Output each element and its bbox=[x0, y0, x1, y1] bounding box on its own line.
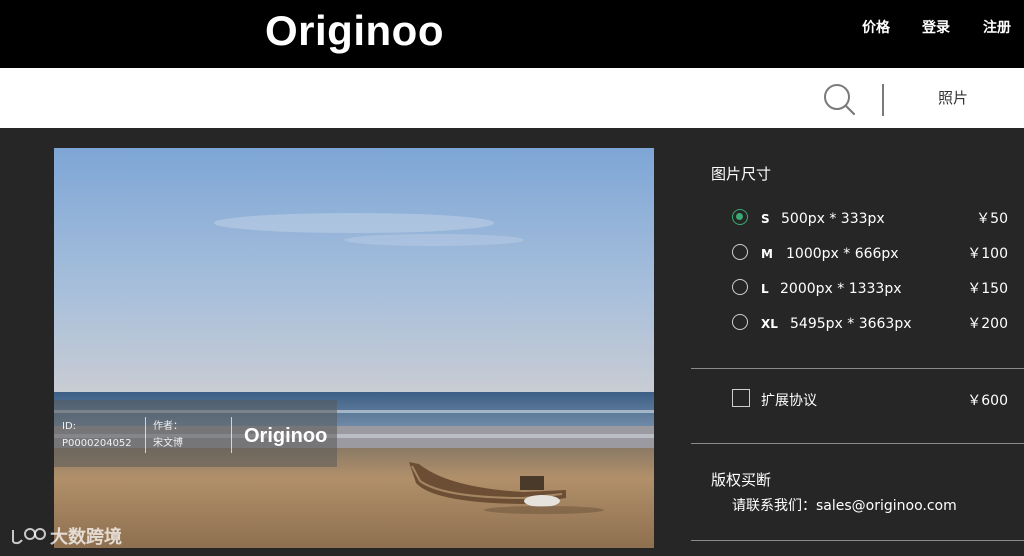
panel-divider bbox=[691, 540, 1024, 541]
size-option-m[interactable]: M 1000px * 666px ￥100 bbox=[732, 243, 1008, 265]
size-radio-l[interactable] bbox=[732, 279, 748, 295]
size-price: ￥100 bbox=[967, 246, 1008, 262]
size-option-s[interactable]: S 500px * 333px ￥50 bbox=[732, 208, 1008, 230]
nav-register-link[interactable]: 注册 bbox=[983, 18, 1011, 38]
size-code: XL bbox=[761, 317, 778, 331]
extension-license-checkbox[interactable] bbox=[732, 389, 750, 407]
overlay-divider bbox=[231, 417, 232, 453]
category-selector[interactable]: 照片 bbox=[938, 88, 968, 108]
size-dimensions: 5495px * 3663px bbox=[790, 316, 912, 332]
site-watermark-text: 大数跨境 bbox=[50, 527, 122, 548]
site-logo[interactable]: Originoo bbox=[265, 4, 444, 58]
size-code: M bbox=[761, 247, 773, 261]
size-price: ￥200 bbox=[967, 316, 1008, 332]
photo-author-label: 作者： bbox=[153, 421, 183, 432]
size-dimensions: 1000px * 666px bbox=[786, 246, 899, 262]
size-code: S bbox=[761, 212, 770, 226]
watermark-logo-icon bbox=[12, 528, 46, 545]
photo-watermark-logo: Originoo bbox=[244, 425, 328, 447]
size-option-xl[interactable]: XL 5495px * 3663px ￥200 bbox=[732, 313, 1008, 335]
size-dimensions: 500px * 333px bbox=[781, 211, 885, 227]
photo-info-overlay: ID: P0000204052 作者： 宋文博 Originoo bbox=[54, 400, 337, 467]
nav-pricing-link[interactable]: 价格 bbox=[862, 18, 890, 38]
nav-login-link[interactable]: 登录 bbox=[922, 18, 950, 38]
extension-license-label[interactable]: 扩展协议 bbox=[761, 392, 817, 410]
top-navbar: Originoo 价格 登录 注册 bbox=[0, 0, 1024, 68]
size-radio-m[interactable] bbox=[732, 244, 748, 260]
search-bar: 照片 bbox=[0, 68, 1024, 128]
size-code: L bbox=[761, 282, 769, 296]
copyright-buyout-heading: 版权买断 bbox=[711, 471, 772, 489]
image-size-heading: 图片尺寸 bbox=[711, 165, 772, 183]
search-icon[interactable] bbox=[822, 82, 856, 116]
photo-id-value: P0000204052 bbox=[62, 438, 132, 449]
photo-author-value: 宋文博 bbox=[153, 438, 183, 449]
size-radio-xl[interactable] bbox=[732, 314, 748, 330]
beach-photo-image bbox=[54, 148, 654, 548]
contact-info[interactable]: 请联系我们：sales@originoo.com bbox=[732, 497, 957, 515]
overlay-divider bbox=[145, 417, 146, 453]
size-dimensions: 2000px * 1333px bbox=[780, 281, 902, 297]
photo-id-label: ID: bbox=[62, 421, 77, 432]
size-price: ￥50 bbox=[976, 211, 1008, 227]
panel-divider bbox=[691, 368, 1024, 369]
panel-divider bbox=[691, 443, 1024, 444]
photo-preview: ID: P0000204052 作者： 宋文博 Originoo bbox=[54, 148, 654, 548]
size-radio-s[interactable] bbox=[732, 209, 748, 225]
search-divider bbox=[882, 84, 884, 116]
size-option-l[interactable]: L 2000px * 1333px ￥150 bbox=[732, 278, 1008, 300]
size-price: ￥150 bbox=[967, 281, 1008, 297]
extension-license-price: ￥600 bbox=[967, 393, 1008, 409]
